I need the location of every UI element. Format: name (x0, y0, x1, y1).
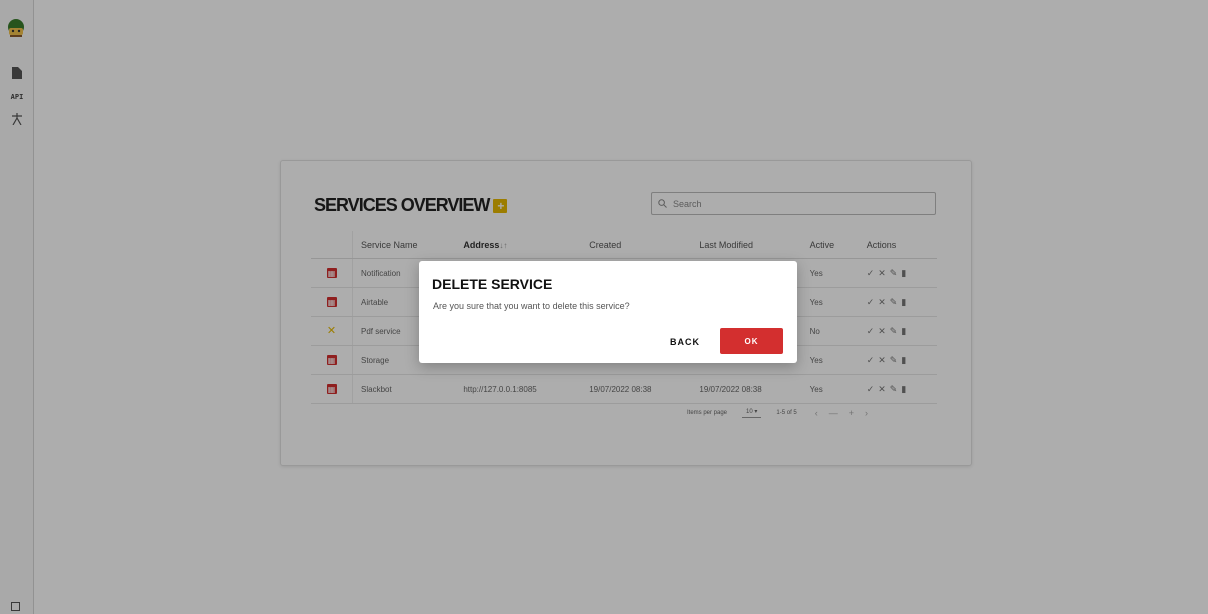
dialog-message: Are you sure that you want to delete thi… (433, 301, 630, 311)
delete-service-dialog: DELETE SERVICE Are you sure that you wan… (419, 261, 797, 363)
dialog-title: DELETE SERVICE (432, 276, 553, 292)
back-button[interactable]: BACK (659, 329, 711, 354)
ok-button[interactable]: OK (720, 328, 783, 354)
